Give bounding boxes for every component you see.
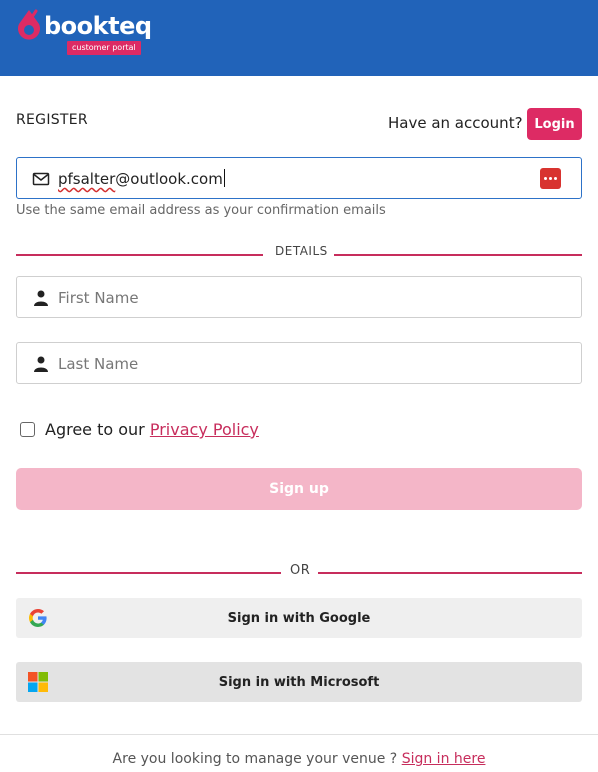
google-icon: [29, 609, 47, 627]
microsoft-icon: [28, 672, 48, 692]
last-name-placeholder: Last Name: [58, 355, 139, 373]
bookteq-logo[interactable]: bookteq customer portal: [16, 9, 152, 59]
header-bar: bookteq customer portal: [0, 0, 598, 76]
sign-in-microsoft-button[interactable]: Sign in with Microsoft: [16, 662, 582, 702]
email-value: pfsalter@outlook.com: [58, 169, 225, 188]
details-divider-label: DETAILS: [275, 244, 328, 258]
first-name-placeholder: First Name: [58, 289, 139, 307]
details-divider-left: [16, 254, 263, 256]
email-value-rest: @outlook.com: [115, 170, 223, 188]
register-card: REGISTER Have an account? Login pfsalter…: [0, 76, 598, 735]
email-hint: Use the same email address as your confi…: [16, 203, 386, 218]
logo-drop-icon: [18, 9, 40, 40]
sign-in-google-button[interactable]: Sign in with Google: [16, 598, 582, 638]
details-divider-right: [334, 254, 582, 256]
microsoft-label: Sign in with Microsoft: [218, 674, 380, 690]
sign-up-button[interactable]: Sign up: [16, 468, 582, 510]
person-icon: [34, 356, 48, 372]
or-divider-left: [16, 572, 281, 574]
register-title: REGISTER: [16, 112, 88, 128]
email-value-misspelled: pfsalter: [58, 170, 116, 188]
agree-prefix: Agree to our: [45, 420, 145, 439]
privacy-checkbox[interactable]: [20, 422, 35, 437]
have-account-text: Have an account?: [388, 114, 523, 132]
venue-footer: Are you looking to manage your venue ? S…: [0, 751, 598, 767]
last-name-field[interactable]: Last Name: [16, 342, 582, 384]
envelope-icon: [32, 172, 50, 186]
first-name-field[interactable]: First Name: [16, 276, 582, 318]
venue-sign-in-link[interactable]: Sign in here: [402, 751, 486, 767]
email-field[interactable]: pfsalter@outlook.com: [16, 157, 582, 199]
google-label: Sign in with Google: [227, 610, 371, 626]
logo-text: bookteq: [44, 12, 152, 40]
privacy-policy-link[interactable]: Privacy Policy: [150, 420, 259, 439]
agree-text: Agree to our Privacy Policy: [45, 420, 259, 439]
footer-text: Are you looking to manage your venue ?: [112, 751, 398, 767]
login-button[interactable]: Login: [527, 108, 582, 140]
logo-badge: customer portal: [67, 41, 141, 55]
text-caret: [223, 169, 225, 187]
or-divider-label: OR: [290, 563, 311, 578]
or-divider-right: [318, 572, 582, 574]
password-manager-icon[interactable]: [540, 168, 561, 189]
person-icon: [34, 290, 48, 306]
